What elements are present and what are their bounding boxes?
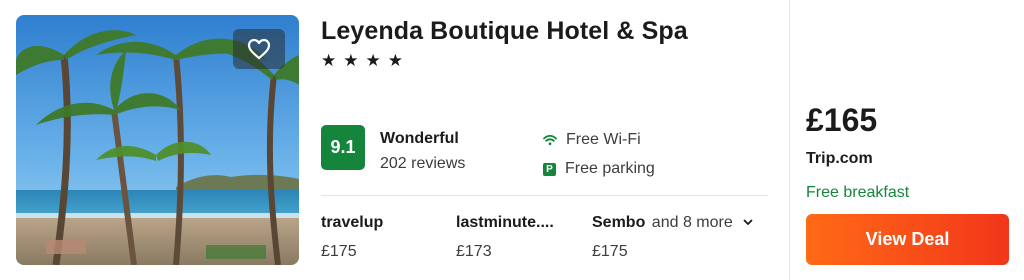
wifi-icon <box>543 134 557 146</box>
star-icon: ★ <box>321 51 337 70</box>
column-separator <box>789 0 790 280</box>
chevron-down-icon[interactable] <box>743 219 753 226</box>
more-providers-link[interactable]: and 8 more <box>652 214 733 231</box>
hotel-name[interactable]: Leyenda Boutique Hotel & Spa <box>321 17 688 46</box>
rating-score-badge: 9.1 <box>321 125 365 170</box>
provider-price: £175 <box>321 243 357 260</box>
view-deal-button[interactable]: View Deal <box>806 214 1009 265</box>
star-icon: ★ <box>365 51 381 70</box>
amenity-label: Free parking <box>565 160 655 177</box>
deal-provider: Trip.com <box>806 150 873 167</box>
parking-icon: P <box>543 162 556 176</box>
deal-perk: Free breakfast <box>806 184 910 201</box>
review-count[interactable]: 202 reviews <box>380 155 465 173</box>
hotel-result-card: Leyenda Boutique Hotel & Spa ★ ★ ★ ★ 9.1… <box>0 0 1024 280</box>
provider-offer[interactable]: Sembo and 8 more £175 <box>592 214 753 261</box>
amenity-parking: P Free parking <box>543 160 655 178</box>
provider-name: travelup <box>321 214 384 231</box>
star-icon: ★ <box>387 51 403 70</box>
favorite-button[interactable] <box>233 29 285 69</box>
provider-name: Sembo <box>592 214 646 231</box>
divider <box>321 195 768 196</box>
provider-name-row: Sembo and 8 more <box>592 214 753 232</box>
provider-offer[interactable]: lastminute.... £173 <box>456 214 554 261</box>
deal-price: £165 <box>806 102 878 138</box>
amenity-wifi: Free Wi-Fi <box>543 131 641 149</box>
heart-icon <box>247 38 271 60</box>
star-icon: ★ <box>343 51 359 70</box>
provider-price: £173 <box>456 243 492 260</box>
rating-label: Wonderful <box>380 130 459 147</box>
star-rating: ★ ★ ★ ★ <box>321 52 403 69</box>
provider-name: lastminute.... <box>456 214 554 231</box>
provider-offer[interactable]: travelup £175 <box>321 214 383 261</box>
provider-price: £175 <box>592 243 628 260</box>
amenity-label: Free Wi-Fi <box>566 131 641 148</box>
